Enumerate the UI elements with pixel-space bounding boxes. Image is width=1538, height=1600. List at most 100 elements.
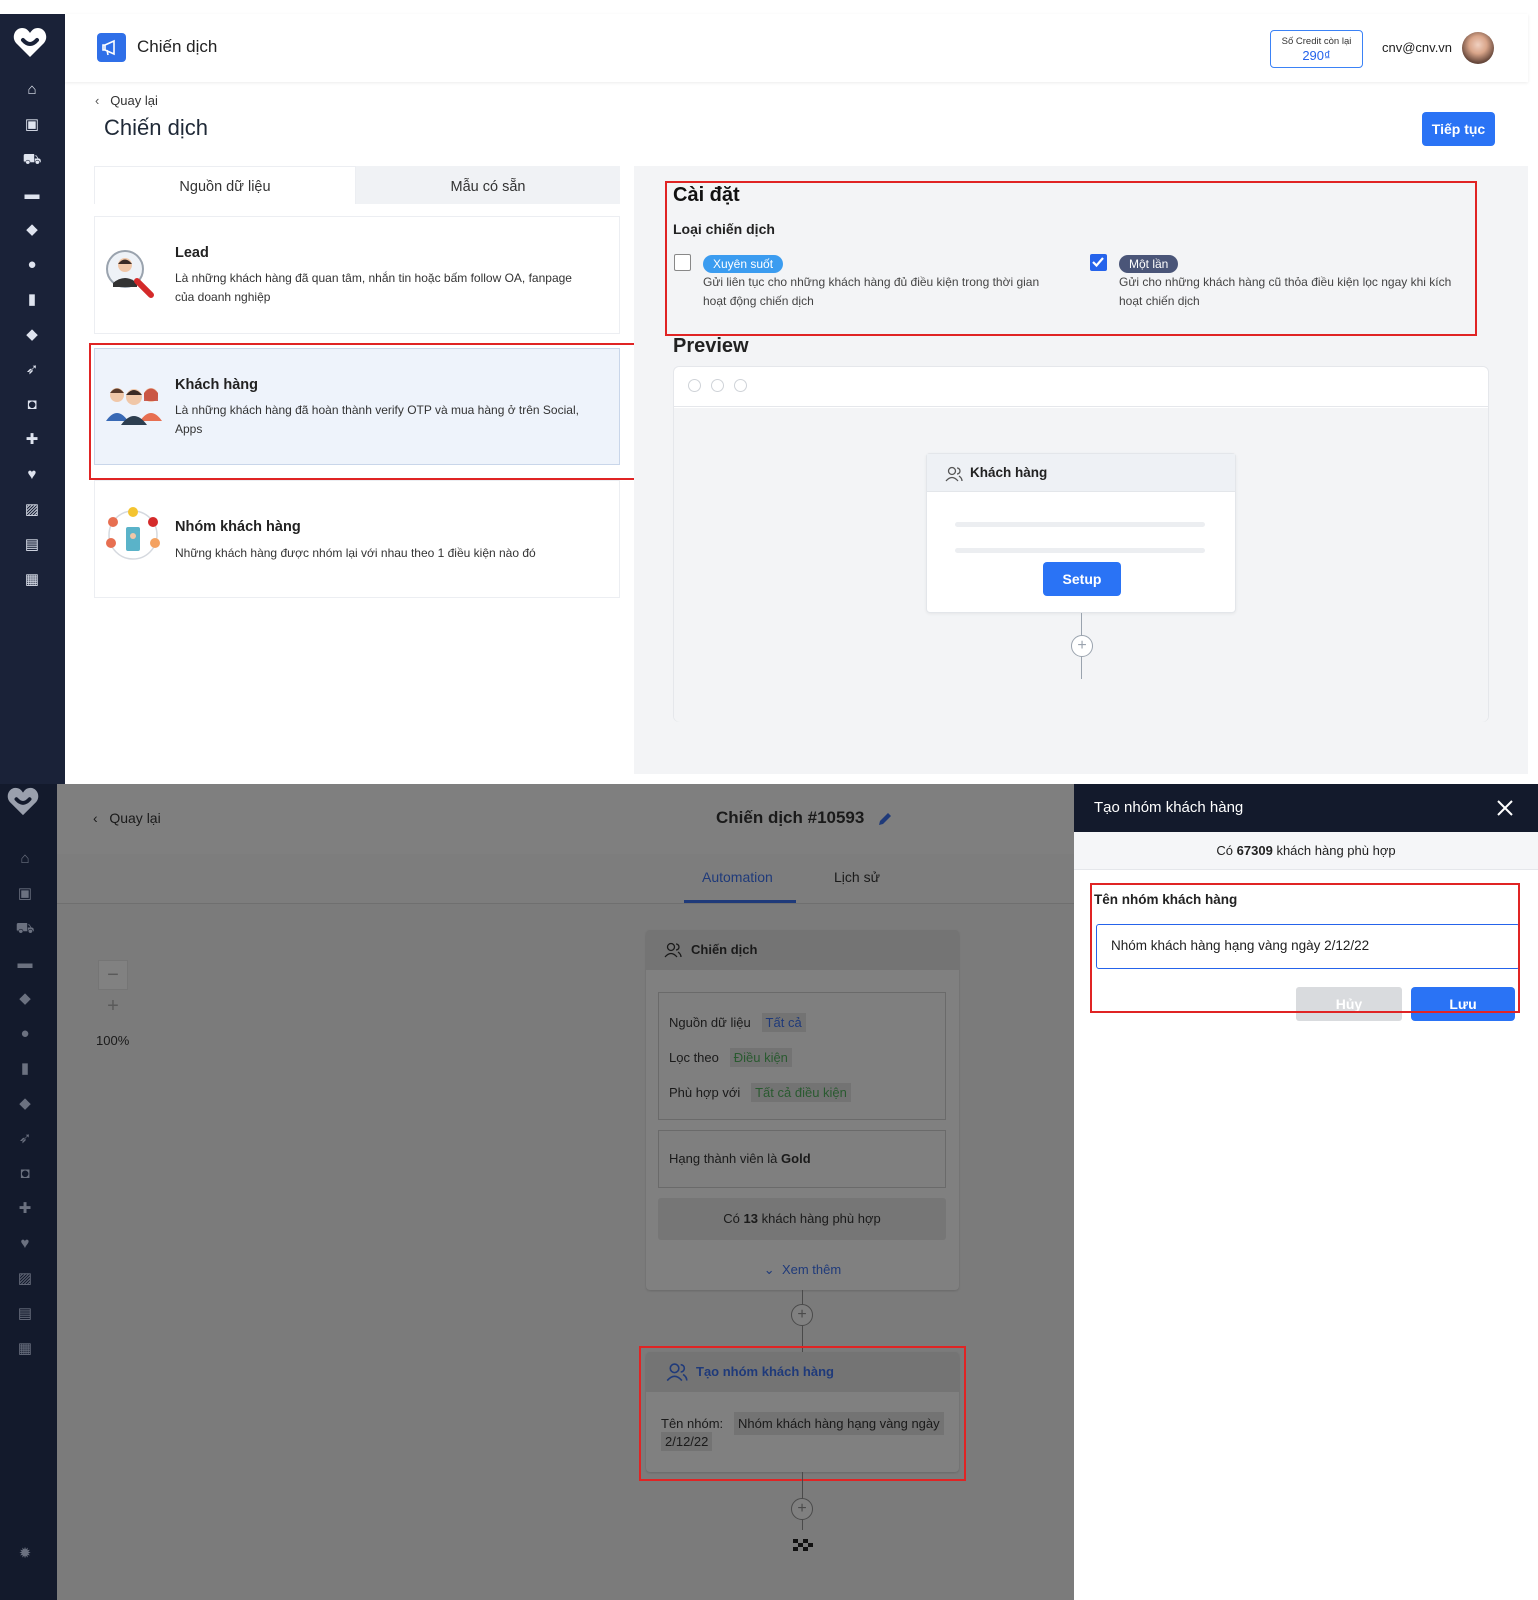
user-icon[interactable]: ●: [22, 255, 42, 275]
count-prefix: Có: [723, 1211, 740, 1226]
highlight-box: [89, 343, 636, 480]
count-value: 13: [743, 1211, 758, 1226]
chevron-down-icon: ⌄: [763, 1262, 775, 1277]
add-step-plus-icon[interactable]: +: [1071, 635, 1093, 657]
credit-value: 290₫: [1302, 48, 1331, 63]
cart-icon[interactable]: ⛟: [15, 919, 35, 939]
rocket-icon[interactable]: ➶: [22, 360, 42, 380]
customer-group-icon: [106, 507, 160, 560]
image-icon[interactable]: ▨: [22, 500, 42, 520]
ticket-icon[interactable]: ◆: [22, 325, 42, 345]
bag-icon[interactable]: ▤: [15, 1304, 35, 1324]
preview-titlebar: [674, 367, 1488, 407]
campaign-create-screen: ⌂ ▣ ⛟ ▬ ◆ ● ▮ ◆ ➶ ◘ ✚ ♥ ▨ ▤ ▦ Chiến dịch…: [0, 14, 1528, 784]
tag-icon[interactable]: ◆: [15, 989, 35, 1009]
gamepad-icon[interactable]: ◘: [15, 1164, 35, 1184]
store-icon[interactable]: ▦: [15, 1339, 35, 1359]
match-count-box: Có 13 khách hàng phù hợp: [658, 1198, 946, 1240]
credit-widget: Số Credit còn lại 290₫: [1270, 30, 1363, 68]
source-desc: Những khách hàng được nhóm lại với nhau …: [175, 546, 536, 560]
rocket-icon[interactable]: ➶: [15, 1129, 35, 1149]
drawer-count-bar: Có 67309 khách hàng phù hợp: [1074, 832, 1538, 870]
condition-prefix: Hạng thành viên là: [669, 1151, 778, 1166]
home-icon[interactable]: ⌂: [15, 849, 35, 869]
users-icon: [664, 942, 682, 958]
source-desc: Là những khách hàng đã quan tâm, nhắn ti…: [175, 271, 572, 285]
source-row: Nguồn dữ liệu Tất cả: [669, 1013, 806, 1032]
user-email[interactable]: cnv@cnv.vn: [1382, 40, 1452, 55]
back-link[interactable]: ‹ Quay lại: [95, 93, 158, 108]
store-icon[interactable]: ▦: [22, 570, 42, 590]
source-desc: của doanh nghiệp: [175, 290, 271, 304]
condition-box: Hạng thành viên là Gold: [658, 1130, 946, 1188]
puzzle-icon[interactable]: ✚: [15, 1199, 35, 1219]
source-label: Nguồn dữ liệu: [669, 1015, 751, 1030]
window-dot-icon: [711, 379, 724, 392]
source-card-lead[interactable]: Lead Là những khách hàng đã quan tâm, nh…: [94, 216, 620, 334]
brand-logo-icon[interactable]: [12, 26, 48, 60]
add-step-plus-icon[interactable]: +: [791, 1498, 813, 1520]
heart-icon[interactable]: ♥: [15, 1234, 35, 1254]
campaign-node[interactable]: Chiến dịch Nguồn dữ liệu Tất cả Lọc theo…: [646, 930, 959, 1290]
zoom-out-button[interactable]: −: [98, 960, 128, 990]
tab-automation[interactable]: Automation: [702, 869, 773, 885]
close-icon[interactable]: [1496, 799, 1514, 817]
gear-icon[interactable]: ✹: [15, 1544, 35, 1564]
tab-templates[interactable]: Mẫu có sẵn: [356, 166, 620, 204]
source-tabs: Nguồn dữ liệu Mẫu có sẵn: [94, 166, 620, 204]
count-suffix: khách hàng phù hợp: [1276, 843, 1396, 858]
source-title: Lead: [175, 245, 209, 261]
highlight-box: [639, 1346, 966, 1481]
user-icon[interactable]: ●: [15, 1024, 35, 1044]
car-icon[interactable]: ▬: [15, 954, 35, 974]
chevron-left-icon: ‹: [93, 810, 98, 826]
condition-value: Gold: [781, 1151, 811, 1166]
gamepad-icon[interactable]: ◘: [22, 395, 42, 415]
puzzle-icon[interactable]: ✚: [22, 430, 42, 450]
zoom-in-button[interactable]: +: [98, 992, 128, 1022]
tab-history[interactable]: Lịch sử: [834, 869, 880, 885]
gift-icon[interactable]: ▣: [15, 884, 35, 904]
highlight-box: [665, 181, 1477, 336]
highlight-box: [1090, 883, 1520, 1013]
image-icon[interactable]: ▨: [15, 1269, 35, 1289]
filter-label: Lọc theo: [669, 1050, 719, 1065]
source-card-customer-group[interactable]: Nhóm khách hàng Những khách hàng được nh…: [94, 480, 620, 598]
continue-button[interactable]: Tiếp tục: [1422, 112, 1495, 146]
create-group-drawer: Tạo nhóm khách hàng Có 67309 khách hàng …: [1074, 784, 1538, 1600]
setup-button[interactable]: Setup: [1043, 562, 1121, 596]
node-title: Chiến dịch: [691, 942, 758, 957]
credit-label: Số Credit còn lại: [1281, 36, 1352, 47]
page-title: Chiến dịch: [104, 115, 208, 140]
match-value: Tất cả điều kiện: [751, 1083, 851, 1102]
automation-tabs: Automation Lịch sử: [57, 854, 1074, 904]
see-more-link[interactable]: ⌄ Xem thêm: [646, 1262, 959, 1278]
avatar[interactable]: [1462, 32, 1494, 64]
megaphone-icon: [97, 33, 126, 62]
drawer-count-text: Có 67309 khách hàng phù hợp: [1074, 843, 1538, 858]
chart-icon[interactable]: ▮: [15, 1059, 35, 1079]
top-bar: Chiến dịch Số Credit còn lại 290₫ cnv@cn…: [65, 14, 1528, 82]
node-title: Khách hàng: [970, 465, 1048, 480]
add-step-plus-icon[interactable]: +: [791, 1304, 813, 1326]
users-icon: [945, 466, 963, 482]
cart-icon[interactable]: ⛟: [22, 150, 42, 170]
chevron-left-icon: ‹: [95, 93, 100, 108]
back-link[interactable]: ‹ Quay lại: [93, 810, 161, 826]
window-dot-icon: [688, 379, 701, 392]
bag-icon[interactable]: ▤: [22, 535, 42, 555]
gift-icon[interactable]: ▣: [22, 115, 42, 135]
car-icon[interactable]: ▬: [22, 185, 42, 205]
campaign-automation-screen: ⌂ ▣ ⛟ ▬ ◆ ● ▮ ◆ ➶ ◘ ✚ ♥ ▨ ▤ ▦ ✹ ‹ Quay l…: [0, 784, 1538, 1600]
edit-pencil-icon[interactable]: [876, 810, 894, 828]
tag-icon[interactable]: ◆: [22, 220, 42, 240]
ticket-icon[interactable]: ◆: [15, 1094, 35, 1114]
preview-title: Preview: [673, 335, 749, 357]
preview-canvas: Khách hàng Setup +: [673, 366, 1489, 722]
tab-data-source[interactable]: Nguồn dữ liệu: [94, 166, 356, 204]
heart-icon[interactable]: ♥: [22, 465, 42, 485]
brand-logo-icon[interactable]: [6, 786, 40, 818]
chart-icon[interactable]: ▮: [22, 290, 42, 310]
back-label: Quay lại: [109, 810, 161, 826]
home-icon[interactable]: ⌂: [22, 80, 42, 100]
